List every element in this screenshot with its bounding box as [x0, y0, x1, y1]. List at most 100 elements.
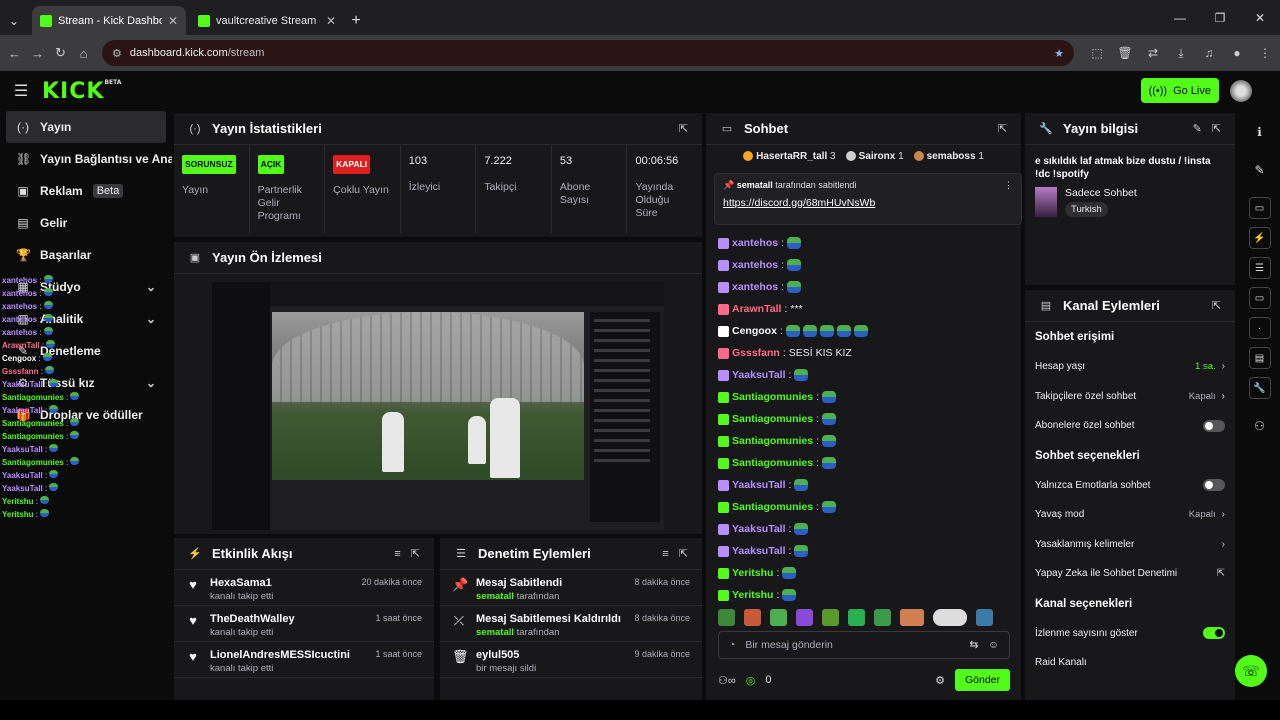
trash-icon[interactable]: 🗑	[1116, 46, 1134, 61]
download-icon[interactable]: ⤓	[1172, 46, 1190, 61]
chat-username[interactable]: Santiagomunies	[732, 435, 813, 447]
chat-input[interactable]: ◔ Bir mesaj gönderin ⇆ ☺	[718, 631, 1010, 659]
go-live-button[interactable]: ((•)) Go Live	[1140, 78, 1219, 103]
chat-username[interactable]: YaaksuTall	[732, 369, 786, 381]
followers-only-row[interactable]: Takipçilere özel sohbet Kapalı ›	[1025, 382, 1235, 412]
more-options-icon[interactable]: ⋮	[1004, 180, 1013, 191]
chat-text: ***	[790, 303, 803, 315]
extensions-icon[interactable]: ⬚	[1088, 46, 1106, 61]
chat-username[interactable]: xantehos	[732, 281, 778, 293]
filter-icon[interactable]: ≡	[662, 548, 668, 560]
overlay-chat-line: xantehos :	[2, 326, 137, 339]
pinned-link[interactable]: https://discord.gg/68mHUvNsWb	[723, 197, 1013, 209]
account-age-row[interactable]: Hesap yaşı 1 sa. ›	[1025, 352, 1235, 382]
chat-username[interactable]: xantehos	[732, 259, 778, 271]
stats-widget-icon[interactable]: ▭	[1248, 197, 1271, 219]
menu-dots-icon[interactable]: ⋮	[1256, 46, 1274, 61]
chat-username[interactable]: Gsssfann	[732, 347, 780, 359]
chat-username[interactable]: Cengoox	[732, 325, 777, 337]
avatar[interactable]	[1230, 80, 1252, 102]
chat-username[interactable]: Yeritshu	[732, 567, 773, 579]
forward-icon[interactable]: →	[29, 41, 46, 65]
kick-logo[interactable]: KICKBETA	[42, 79, 121, 104]
emote-icon[interactable]	[933, 609, 967, 626]
browser-tab-dashboard[interactable]: Stream - Kick Dashboard ✕	[32, 6, 186, 35]
edit-icon[interactable]: ✎	[1239, 151, 1280, 189]
emote-icon[interactable]	[976, 609, 993, 626]
popout-icon[interactable]: ⇱	[1212, 299, 1221, 312]
stream-preview-video[interactable]	[212, 282, 664, 530]
chat-username[interactable]: Santiagomunies	[732, 457, 813, 469]
home-icon[interactable]: ⌂	[75, 41, 92, 65]
emote-picker-icon[interactable]: ◔	[729, 639, 735, 651]
popout-icon[interactable]: ⇱	[679, 122, 688, 135]
smiley-icon[interactable]: ☺	[988, 639, 999, 651]
emote-icon[interactable]	[848, 609, 865, 626]
popout-icon[interactable]: ⇱	[679, 547, 688, 560]
chat-username[interactable]: ArawnTall	[732, 303, 781, 315]
users-icon[interactable]: ⚇∞	[718, 674, 736, 687]
popout-icon[interactable]: ⇱	[411, 547, 420, 560]
profile-icon[interactable]: ●	[1228, 46, 1246, 61]
browser-tab-watch[interactable]: vaultcreative Stream - Watch Li ✕	[190, 6, 344, 35]
maximize-icon[interactable]: ❐	[1200, 0, 1240, 35]
send-button[interactable]: Gönder	[954, 669, 1010, 691]
emote-icon[interactable]	[822, 609, 839, 626]
chat-username[interactable]: YaaksuTall	[732, 479, 786, 491]
site-info-icon[interactable]: ⚙	[112, 47, 122, 60]
chat-username[interactable]: Santiagomunies	[732, 501, 813, 513]
close-tab-icon[interactable]: ✕	[326, 14, 336, 28]
hamburger-menu-icon[interactable]: ☰	[0, 81, 42, 101]
sidebar-item-gelir[interactable]: ▤ Gelir	[0, 207, 172, 239]
show-viewers-toggle[interactable]	[1203, 627, 1225, 640]
minimize-icon[interactable]: —	[1160, 0, 1200, 35]
back-icon[interactable]: ←	[6, 41, 23, 65]
emote-icon[interactable]	[744, 609, 761, 626]
emote-icon[interactable]	[770, 609, 787, 626]
moderation-widget-icon[interactable]: ☰	[1248, 257, 1271, 279]
actions-widget-icon[interactable]: ▤	[1248, 347, 1271, 369]
broadcast-widget-icon[interactable]: ·	[1248, 317, 1271, 339]
translate-icon[interactable]: ⇆	[969, 639, 978, 651]
sidebar-item-basarilar[interactable]: 🏆 Başarılar	[0, 239, 172, 271]
chat-widget-icon[interactable]: ▭	[1248, 287, 1271, 309]
reload-icon[interactable]: ↻	[52, 41, 69, 65]
sidebar-item-yayin[interactable]: (·) Yayın	[6, 111, 166, 143]
settings-icon[interactable]: ⚙	[935, 674, 945, 687]
url-field[interactable]: ⚙ dashboard.kick.com/stream ★	[102, 40, 1074, 66]
raid-row[interactable]: Raid Kanalı	[1025, 648, 1235, 678]
close-tab-icon[interactable]: ✕	[168, 14, 178, 28]
subs-only-toggle[interactable]	[1203, 419, 1225, 432]
emote-icon[interactable]	[796, 609, 813, 626]
new-tab-icon[interactable]: +	[344, 6, 368, 35]
chat-username[interactable]: YaaksuTall	[732, 523, 786, 535]
bookmark-star-icon[interactable]: ★	[1054, 47, 1064, 60]
sidebar-item-reklam[interactable]: ▣ Reklam Beta	[0, 175, 172, 207]
chat-username[interactable]: Santiagomunies	[732, 391, 813, 403]
banned-words-row[interactable]: Yasaklanmış kelimeler ›	[1025, 530, 1235, 560]
users-icon[interactable]: ⚇	[1239, 407, 1280, 445]
sidebar-item-stream-key[interactable]: ⛓Yayın Bağlantısı ve Anahtarı	[0, 143, 172, 175]
chat-username[interactable]: Yeritshu	[732, 589, 773, 601]
emote-icon[interactable]	[718, 609, 735, 626]
chat-username[interactable]: Santiagomunies	[732, 413, 813, 425]
edit-icon[interactable]: ✎	[1193, 122, 1202, 135]
media-icon[interactable]: ♫	[1200, 46, 1218, 61]
activity-widget-icon[interactable]: ⚡	[1248, 227, 1271, 249]
ai-moderation-row[interactable]: Yapay Zeka ile Sohbet Denetimi ⇱	[1025, 559, 1235, 589]
chat-username[interactable]: xantehos	[732, 237, 778, 249]
tab-search-icon[interactable]: ⌄	[0, 6, 28, 35]
popout-icon[interactable]: ⇱	[1212, 122, 1221, 135]
filter-icon[interactable]: ≡	[394, 548, 400, 560]
wrench-widget-icon[interactable]: 🔧	[1248, 377, 1271, 399]
popout-icon[interactable]: ⇱	[998, 122, 1007, 135]
slow-mode-row[interactable]: Yavaş mod Kapalı ›	[1025, 500, 1235, 530]
chat-username[interactable]: YaaksuTall	[732, 545, 786, 557]
info-icon[interactable]: ℹ	[1239, 113, 1280, 151]
emote-icon[interactable]	[900, 609, 924, 626]
help-chat-button[interactable]: ☏	[1235, 655, 1267, 687]
emote-only-toggle[interactable]	[1203, 479, 1225, 492]
emote-icon[interactable]	[874, 609, 891, 626]
close-window-icon[interactable]: ✕	[1240, 0, 1280, 35]
translate-icon[interactable]: ⇄	[1144, 46, 1162, 61]
